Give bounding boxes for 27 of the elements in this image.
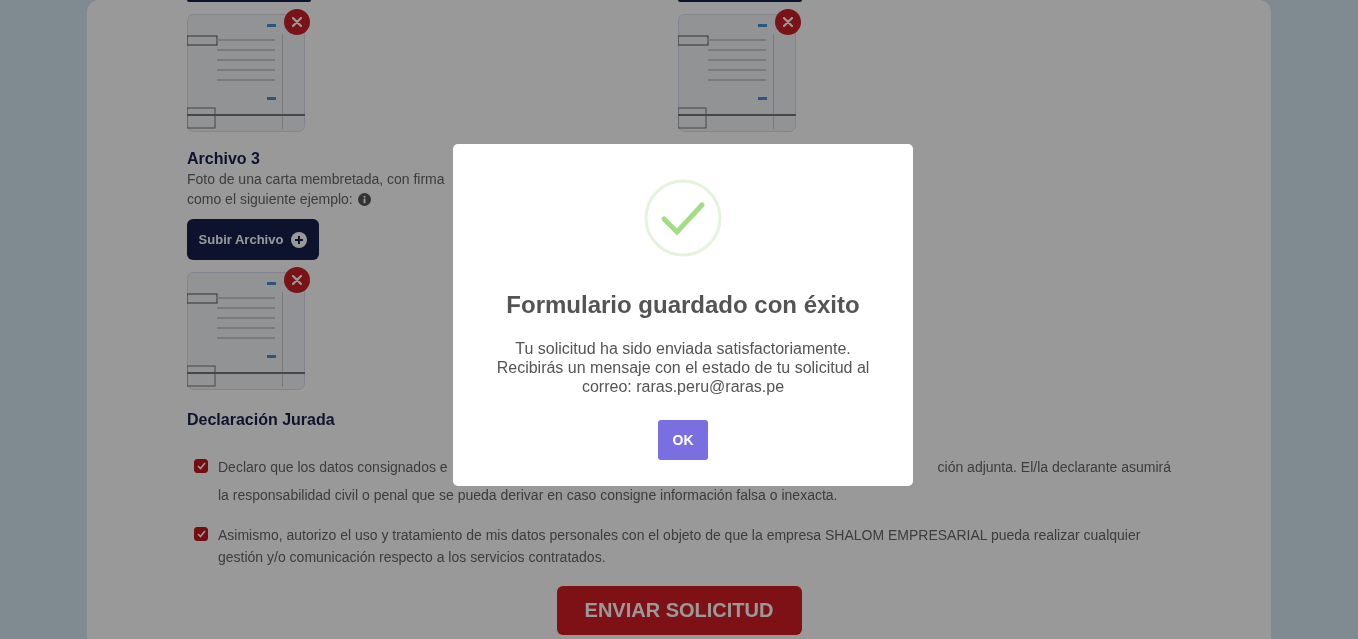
close-icon xyxy=(292,17,302,27)
remove-button[interactable] xyxy=(775,9,801,35)
close-icon xyxy=(783,17,793,27)
check-icon xyxy=(196,530,206,538)
checkbox[interactable] xyxy=(194,459,208,473)
remove-button[interactable] xyxy=(284,9,310,35)
section-title: Archivo 3 xyxy=(187,149,261,169)
close-icon xyxy=(292,275,302,285)
info-icon[interactable] xyxy=(357,192,371,206)
upload-button[interactable]: Subir Archivo xyxy=(187,219,319,260)
declaration-text: la responsabilidad civil o penal que se pueda derivar en caso consigne información falsa o inexacta. xyxy=(218,486,838,505)
checkbox[interactable] xyxy=(194,527,208,541)
plus-icon xyxy=(291,231,308,248)
description-text: Foto de una carta membretada, con firma xyxy=(187,170,445,189)
dialog-title: Formulario guardado con éxito xyxy=(506,291,860,319)
check-icon xyxy=(196,462,206,470)
declaration-text: ción adjunta. El/la declarante asumirá xyxy=(937,458,1171,477)
submit-button[interactable]: ENVIAR SOLICITUD xyxy=(556,586,802,635)
dialog-message: Tu solicitud ha sido enviada satisfactoriamente. Recibirás un mensaje con el estado de tu solicitud al correo: raras.peru@raras.pe xyxy=(496,339,870,396)
section-title: Declaración Jurada xyxy=(187,410,336,430)
remove-button[interactable] xyxy=(284,267,310,293)
description-text: como el siguiente ejemplo: xyxy=(187,190,353,209)
ok-button[interactable]: OK xyxy=(658,420,708,460)
declaration-text: Asimismo, autorizo el uso y tratamiento de mis datos personales con el objeto de que la empresa SHALOM EMPRESARIAL pueda realizar cualquier xyxy=(218,526,1141,545)
declaration-text: Declaro que los datos consignados e xyxy=(218,458,448,477)
success-check-icon xyxy=(644,179,722,257)
declaration-text: gestión y/o comunicación respecto a los servicios contratados. xyxy=(218,548,606,567)
